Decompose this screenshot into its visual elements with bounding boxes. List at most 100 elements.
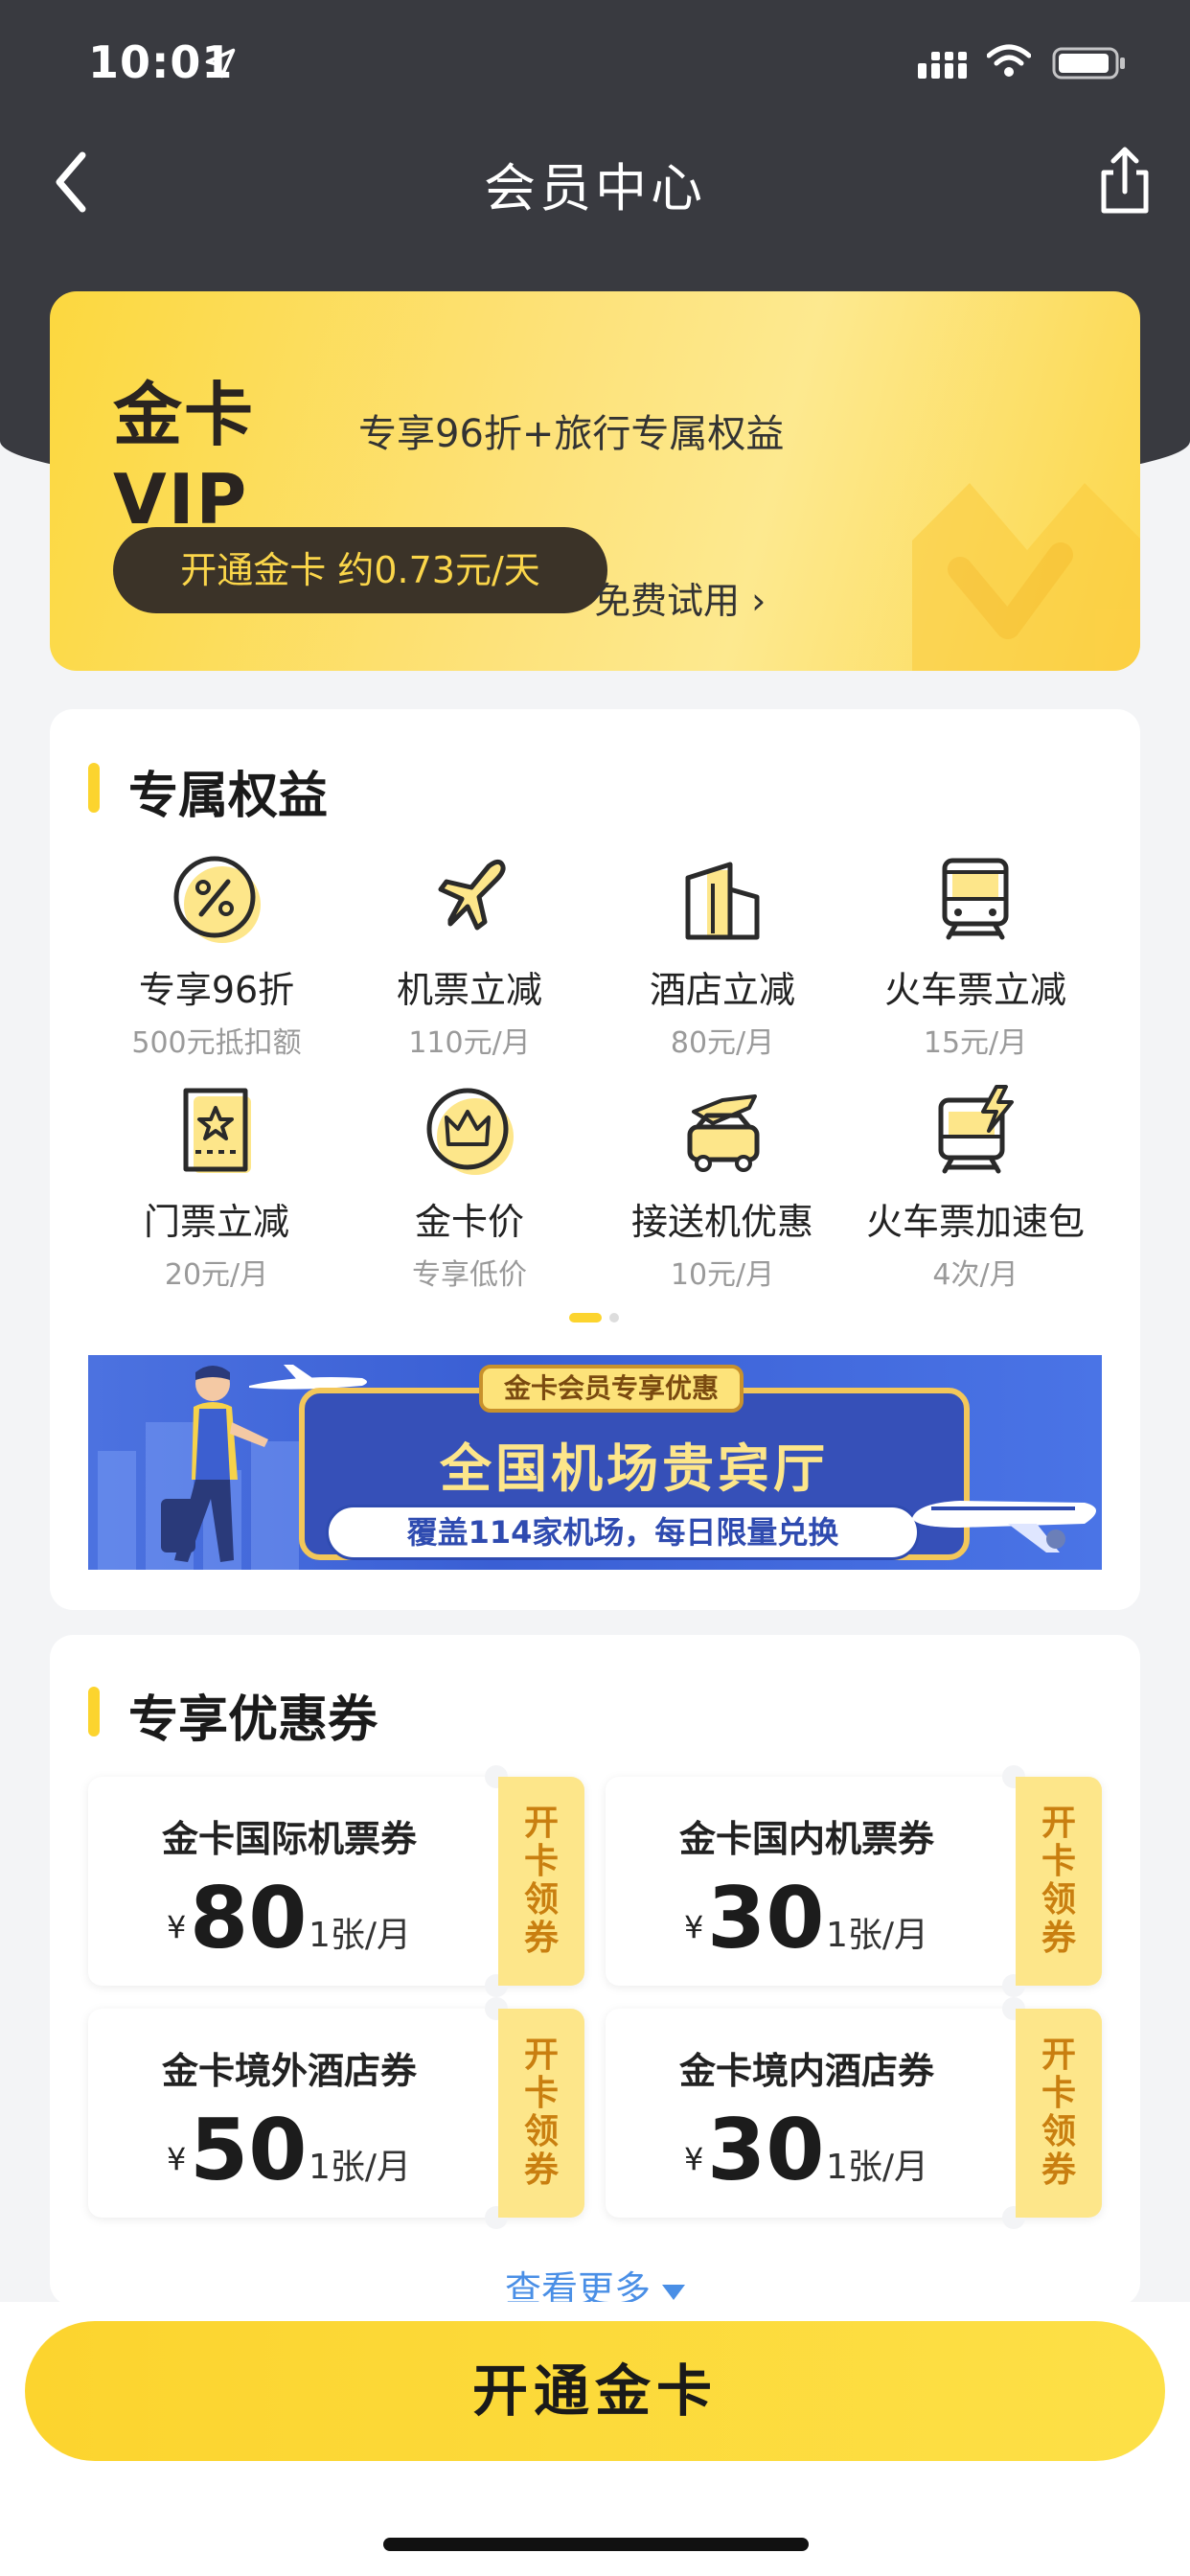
train-icon: [942, 858, 1009, 940]
banner-pill: 覆盖114家机场，每日限量兑换: [326, 1505, 920, 1560]
tab-char: 开: [1041, 1804, 1076, 1843]
coupon-currency: ¥: [167, 1909, 187, 1945]
benefit-title: 门票立减: [143, 1201, 289, 1243]
banner-headline: 全国机场贵宾厅: [440, 1438, 829, 1499]
benefit-airport-transfer[interactable]: 接送机优惠 10元/月: [598, 1083, 847, 1293]
tab-char: 开: [523, 2036, 559, 2075]
benefit-sub: 500元抵扣额: [131, 1026, 302, 1060]
coupon-value: 50: [190, 2101, 308, 2199]
vip-subtitle: 专享96折+旅行专属权益: [358, 412, 785, 456]
traveler-illustration-icon: [161, 1366, 268, 1562]
ticket-icon: [183, 1088, 251, 1173]
benefit-sub: 专享低价: [412, 1258, 527, 1292]
coupon-value: 30: [707, 1869, 825, 1967]
dot-inactive: [609, 1313, 619, 1322]
tab-char: 券: [523, 2150, 559, 2190]
open-gold-card-button[interactable]: 开通金卡 约0.73元/天: [113, 527, 607, 613]
benefit-gold-price[interactable]: 金卡价 专享低价: [345, 1083, 594, 1293]
coupons-section: 专享优惠券 金卡国际机票券 ¥ 80 1张/月 开 卡 领 券 金卡国内机票券 …: [50, 1635, 1140, 2311]
benefit-title: 机票立减: [396, 969, 542, 1011]
coupon-name: 金卡境内酒店券: [678, 2050, 934, 2092]
page-title: 会员中心: [484, 158, 706, 218]
benefit-train-boost[interactable]: 火车票加速包 4次/月: [851, 1083, 1100, 1293]
train-boost-icon: [938, 1085, 1014, 1174]
vip-logo: 金卡VIP: [113, 358, 333, 540]
benefit-flight[interactable]: 机票立减 110元/月: [345, 851, 594, 1061]
benefit-title: 酒店立减: [649, 969, 795, 1011]
coupon-overseas-hotel[interactable]: 金卡境外酒店券 ¥ 50 1张/月 开 卡 领 券: [88, 1997, 584, 2229]
benefits-section: 专属权益 专享96折 500元抵扣额 机票立减 110元/月 酒店立减 80元/…: [50, 709, 1140, 1610]
vip-logo-text: 金卡VIP: [113, 375, 256, 540]
tab-char: 领: [1041, 2112, 1076, 2151]
benefits-title: 专属权益: [128, 768, 329, 825]
coupon-intl-flight[interactable]: 金卡国际机票券 ¥ 80 1张/月 开 卡 领 券: [88, 1765, 584, 1997]
coupon-claim-tab[interactable]: 开 卡 领 券: [498, 2009, 584, 2218]
benefit-title: 火车票加速包: [865, 1201, 1085, 1243]
coupon-value: 80: [190, 1869, 308, 1967]
coupon-domestic-flight[interactable]: 金卡国内机票券 ¥ 30 1张/月 开 卡 领 券: [606, 1765, 1102, 1997]
benefit-title: 接送机优惠: [630, 1201, 813, 1243]
share-icon[interactable]: [1092, 142, 1157, 218]
benefit-sub: 15元/月: [923, 1026, 1028, 1060]
airplane-icon: [438, 859, 506, 931]
coupon-name: 金卡境外酒店券: [161, 2050, 417, 2092]
benefit-title: 火车票立减: [883, 969, 1066, 1011]
benefit-sub: 20元/月: [164, 1258, 269, 1292]
percent-icon: [173, 856, 261, 943]
status-bar: 10:01: [0, 0, 1190, 125]
section-accent-bar: [88, 1687, 100, 1736]
coupon-currency: ¥: [684, 1909, 704, 1945]
bottom-bar: 开通金卡: [0, 2302, 1190, 2576]
benefit-sub: 80元/月: [670, 1026, 775, 1060]
coupon-claim-tab[interactable]: 开 卡 领 券: [1016, 1777, 1102, 1986]
battery-icon: [1052, 47, 1125, 80]
tab-char: 开: [523, 1804, 559, 1843]
coupon-name: 金卡国际机票券: [161, 1818, 417, 1860]
coupon-value: 30: [707, 2101, 825, 2199]
coupon-unit: 1张/月: [309, 1916, 412, 1955]
coupon-claim-tab[interactable]: 开 卡 领 券: [498, 1777, 584, 1986]
lounge-banner[interactable]: 金卡会员专享优惠 全国机场贵宾厅 覆盖114家机场，每日限量兑换: [88, 1355, 1102, 1570]
airliner-icon: [912, 1501, 1096, 1552]
tab-char: 领: [523, 2112, 559, 2151]
banner-tag: 金卡会员专享优惠: [479, 1365, 744, 1413]
coupon-unit: 1张/月: [309, 2148, 412, 2187]
wifi-icon: [987, 44, 1031, 77]
coupon-unit: 1张/月: [826, 1916, 929, 1955]
tab-char: 领: [523, 1880, 559, 1920]
free-trial-link[interactable]: 免费试用 ›: [594, 571, 766, 624]
coupon-currency: ¥: [167, 2141, 187, 2177]
coupon-name: 金卡国内机票券: [678, 1818, 934, 1860]
benefit-train[interactable]: 火车票立减 15元/月: [851, 851, 1100, 1061]
hotel-icon: [685, 862, 760, 940]
benefit-sub: 10元/月: [670, 1258, 775, 1292]
crown-watermark-icon: [912, 483, 1140, 671]
tab-char: 领: [1041, 1880, 1076, 1920]
benefit-sub: 110元/月: [408, 1026, 531, 1060]
open-gold-card-cta[interactable]: 开通金卡: [25, 2321, 1165, 2461]
tab-char: 券: [523, 1919, 559, 1958]
tab-char: 卡: [1041, 2074, 1076, 2113]
vip-card: 金卡VIP 专享96折+旅行专属权益 开通金卡 约0.73元/天 免费试用 ›: [50, 291, 1140, 671]
section-accent-bar: [88, 763, 100, 813]
nav-bar: 会员中心: [0, 125, 1190, 240]
coupon-claim-tab[interactable]: 开 卡 领 券: [1016, 2009, 1102, 2218]
coupons-title: 专享优惠券: [128, 1691, 378, 1749]
cellular-signal-icon: [918, 52, 967, 79]
benefit-ticket[interactable]: 门票立减 20元/月: [92, 1083, 341, 1293]
benefit-hotel[interactable]: 酒店立减 80元/月: [598, 851, 847, 1061]
coupon-currency: ¥: [684, 2141, 704, 2177]
tab-char: 卡: [1041, 1842, 1076, 1881]
home-indicator: [383, 2538, 809, 2551]
tab-char: 开: [1041, 2036, 1076, 2075]
tab-char: 卡: [523, 2074, 559, 2113]
crown-icon: [426, 1088, 514, 1175]
tab-char: 卡: [523, 1842, 559, 1881]
caret-down-icon: [662, 2284, 685, 2300]
tab-char: 券: [1041, 2150, 1076, 2190]
benefit-discount[interactable]: 专享96折 500元抵扣额: [92, 851, 341, 1061]
coupon-domestic-hotel[interactable]: 金卡境内酒店券 ¥ 30 1张/月 开 卡 领 券: [606, 1997, 1102, 2229]
dot-active: [569, 1313, 602, 1322]
benefit-sub: 4次/月: [932, 1258, 1018, 1292]
tab-char: 券: [1041, 1919, 1076, 1958]
